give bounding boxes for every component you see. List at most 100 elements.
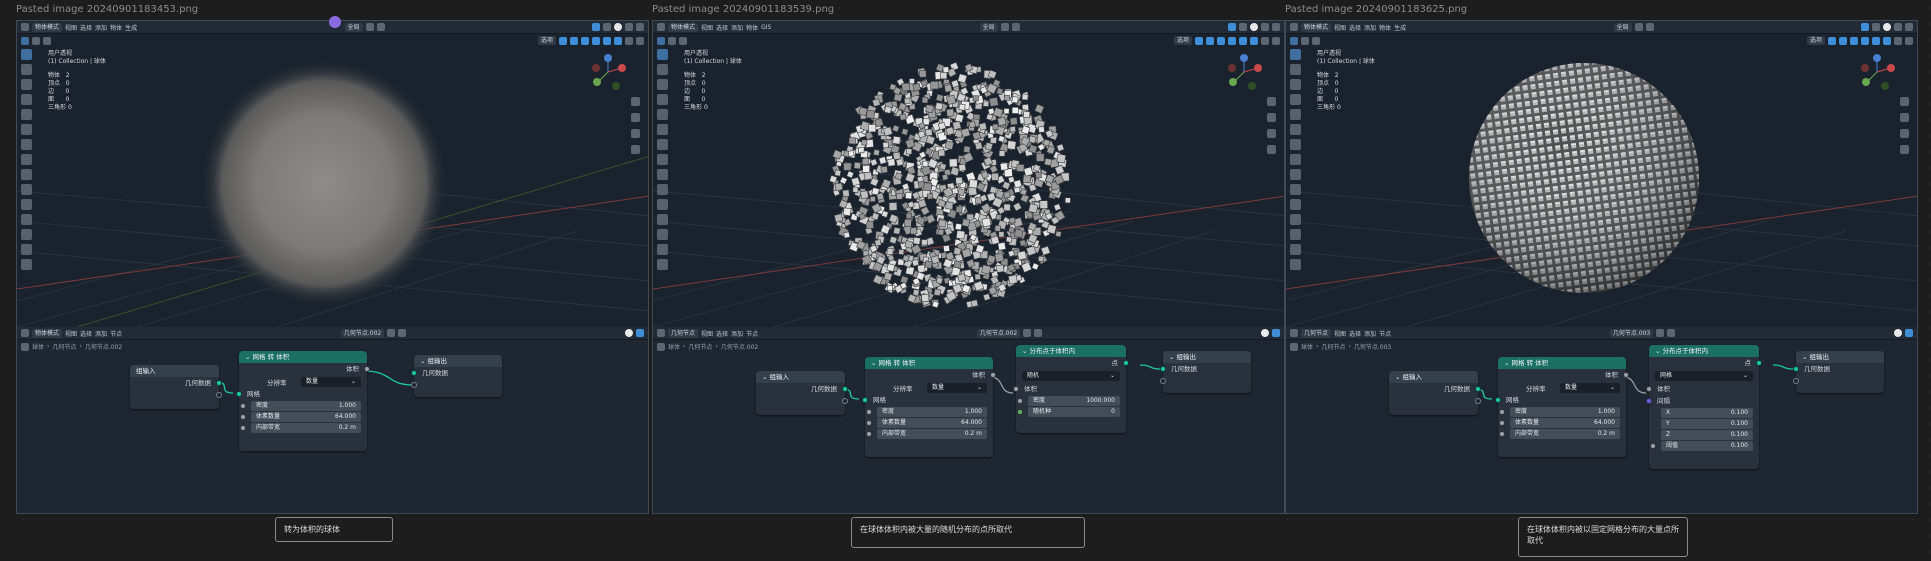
- menu-view[interactable]: 视图: [1334, 23, 1346, 32]
- shading-solid-icon[interactable]: [1250, 23, 1259, 31]
- input-socket[interactable]: [1499, 409, 1505, 415]
- empty-socket[interactable]: [1793, 378, 1799, 384]
- threshold-field[interactable]: 阈值 0.100: [1650, 441, 1753, 451]
- add-cube-tool-icon[interactable]: [1290, 169, 1301, 180]
- grid-icon[interactable]: [1267, 145, 1276, 154]
- density-field[interactable]: 密度 1.000: [240, 401, 361, 411]
- voxel-amount-field[interactable]: 体素数量 64.000: [866, 418, 987, 428]
- output-socket[interactable]: [1623, 372, 1629, 378]
- breadcrumb-object[interactable]: 球体: [668, 342, 680, 351]
- input-socket[interactable]: [862, 397, 868, 403]
- node-group-output[interactable]: ⌄ 组输出 几何数据: [411, 355, 502, 397]
- breadcrumb-object[interactable]: 球体: [1301, 342, 1313, 351]
- resolution-mode-dropdown[interactable]: 数量 ⌄: [301, 376, 361, 387]
- polybuild-tool-icon[interactable]: [657, 259, 668, 270]
- menu-view[interactable]: 视图: [701, 23, 713, 32]
- grid-icon[interactable]: [631, 145, 640, 154]
- menu-view[interactable]: 视图: [1334, 329, 1346, 338]
- menu-extra[interactable]: 生成: [125, 23, 137, 32]
- snap-icon[interactable]: [365, 23, 374, 31]
- filter-icon[interactable]: [1272, 329, 1281, 337]
- interior-band-field[interactable]: 内部带宽 0.2 m: [1499, 429, 1620, 439]
- inset-tool-icon[interactable]: [21, 199, 32, 210]
- visibility-icon[interactable]: [559, 36, 567, 45]
- select-tool-icon[interactable]: [1290, 49, 1301, 60]
- copy-icon[interactable]: [1656, 329, 1665, 337]
- gizmo-toggle-icon[interactable]: [1228, 23, 1237, 31]
- menu-view[interactable]: 视图: [701, 329, 713, 338]
- empty-socket[interactable]: [216, 392, 222, 398]
- camera-icon[interactable]: [1900, 129, 1909, 138]
- options-dropdown[interactable]: 选项: [537, 36, 556, 45]
- annotate-tool-icon[interactable]: [21, 139, 32, 150]
- overlay-icon[interactable]: [1894, 329, 1903, 337]
- spacing-x-field[interactable]: X 0.100: [1661, 408, 1753, 418]
- navigation-gizmo[interactable]: [1859, 54, 1895, 90]
- input-socket[interactable]: [866, 431, 872, 437]
- annotate-tool-icon[interactable]: [657, 139, 668, 150]
- breadcrumb-tree[interactable]: 几何节点.002: [85, 342, 122, 351]
- mode-dropdown[interactable]: 物体模式: [1301, 22, 1332, 32]
- breadcrumb-modifier[interactable]: 几何节点: [1321, 342, 1345, 351]
- transform-tool-icon[interactable]: [1290, 124, 1301, 135]
- shading-render-icon[interactable]: [636, 23, 645, 31]
- voxel-amount-field[interactable]: 体素数量 64.000: [1499, 418, 1620, 428]
- menu-add[interactable]: 添加: [731, 23, 743, 32]
- input-socket[interactable]: [1499, 431, 1505, 437]
- extrude-tool-icon[interactable]: [1290, 184, 1301, 195]
- cursor-tool-icon[interactable]: [1290, 64, 1301, 75]
- options-dropdown[interactable]: 选项: [1806, 36, 1825, 45]
- menu-select[interactable]: 选择: [80, 23, 92, 32]
- editor-mode[interactable]: 物体模式: [32, 328, 63, 338]
- empty-socket[interactable]: [1160, 378, 1166, 384]
- rotate-tool-icon[interactable]: [657, 94, 668, 105]
- input-socket[interactable]: [240, 403, 246, 409]
- transform-orientation[interactable]: 全局: [979, 22, 998, 32]
- shading-material-icon[interactable]: [1894, 23, 1903, 31]
- navigation-gizmo[interactable]: [1226, 54, 1262, 90]
- inset-tool-icon[interactable]: [1290, 199, 1301, 210]
- editor-mode[interactable]: 几何节点: [668, 328, 699, 338]
- input-socket[interactable]: [1017, 398, 1023, 404]
- knife-tool-icon[interactable]: [657, 244, 668, 255]
- options-dropdown[interactable]: 选项: [1173, 36, 1192, 45]
- input-socket[interactable]: [866, 420, 872, 426]
- move-tool-icon[interactable]: [21, 79, 32, 90]
- transform-orientation[interactable]: 全局: [344, 22, 363, 32]
- filter-icon[interactable]: [636, 329, 645, 337]
- node-group-input[interactable]: ⌄ 组输入 几何数据: [756, 371, 848, 415]
- node-group-input[interactable]: ⌄ 组输入 几何数据: [1389, 371, 1481, 415]
- density-field[interactable]: 密度 1.000: [866, 407, 987, 417]
- menu-add[interactable]: 添加: [95, 329, 107, 338]
- menu-select[interactable]: 选择: [80, 329, 92, 338]
- visibility-icon[interactable]: [1195, 36, 1203, 45]
- output-socket[interactable]: [842, 386, 848, 392]
- menu-object[interactable]: 物体: [1379, 23, 1391, 32]
- node-mesh-to-volume[interactable]: ⌄ 网格 转 体积 体积 分辨率 数量 ⌄ 网格 密度 1.000 体素数量 64.00…: [862, 357, 996, 457]
- overlay-icon[interactable]: [625, 329, 634, 337]
- interior-band-field[interactable]: 内部带宽 0.2 m: [866, 429, 987, 439]
- empty-socket[interactable]: [411, 382, 417, 388]
- transform-tool-icon[interactable]: [657, 124, 668, 135]
- editor-mode[interactable]: 几何节点: [1301, 328, 1332, 338]
- 3d-viewport[interactable]: 物体模式 视图 选择 添加 物体 GIS 全局 选项 用户透视 (1) Coll…: [653, 21, 1284, 327]
- input-socket[interactable]: [1160, 366, 1166, 372]
- loopcut-tool-icon[interactable]: [1290, 229, 1301, 240]
- interior-band-field[interactable]: 内部带宽 0.2 m: [240, 423, 361, 433]
- input-socket[interactable]: [1793, 366, 1799, 372]
- inset-tool-icon[interactable]: [657, 199, 668, 210]
- close-icon[interactable]: [1667, 329, 1676, 337]
- pan-hand-icon[interactable]: [631, 113, 640, 122]
- copy-icon[interactable]: [1023, 329, 1032, 337]
- shading-material-icon[interactable]: [625, 23, 634, 31]
- distribute-mode-dropdown[interactable]: 随机 ⌄: [1022, 371, 1120, 381]
- overlay-icon[interactable]: [1872, 23, 1881, 31]
- gizmo-toggle-icon[interactable]: [592, 23, 601, 31]
- breadcrumb-modifier[interactable]: 几何节点: [52, 342, 76, 351]
- close-icon[interactable]: [398, 329, 407, 337]
- node-group-input[interactable]: 组输入 几何数据: [130, 365, 222, 409]
- seed-field[interactable]: 随机种 0: [1017, 407, 1120, 417]
- menu-node[interactable]: 节点: [746, 329, 758, 338]
- menu-view[interactable]: 视图: [65, 23, 77, 32]
- input-socket[interactable]: [1650, 443, 1656, 449]
